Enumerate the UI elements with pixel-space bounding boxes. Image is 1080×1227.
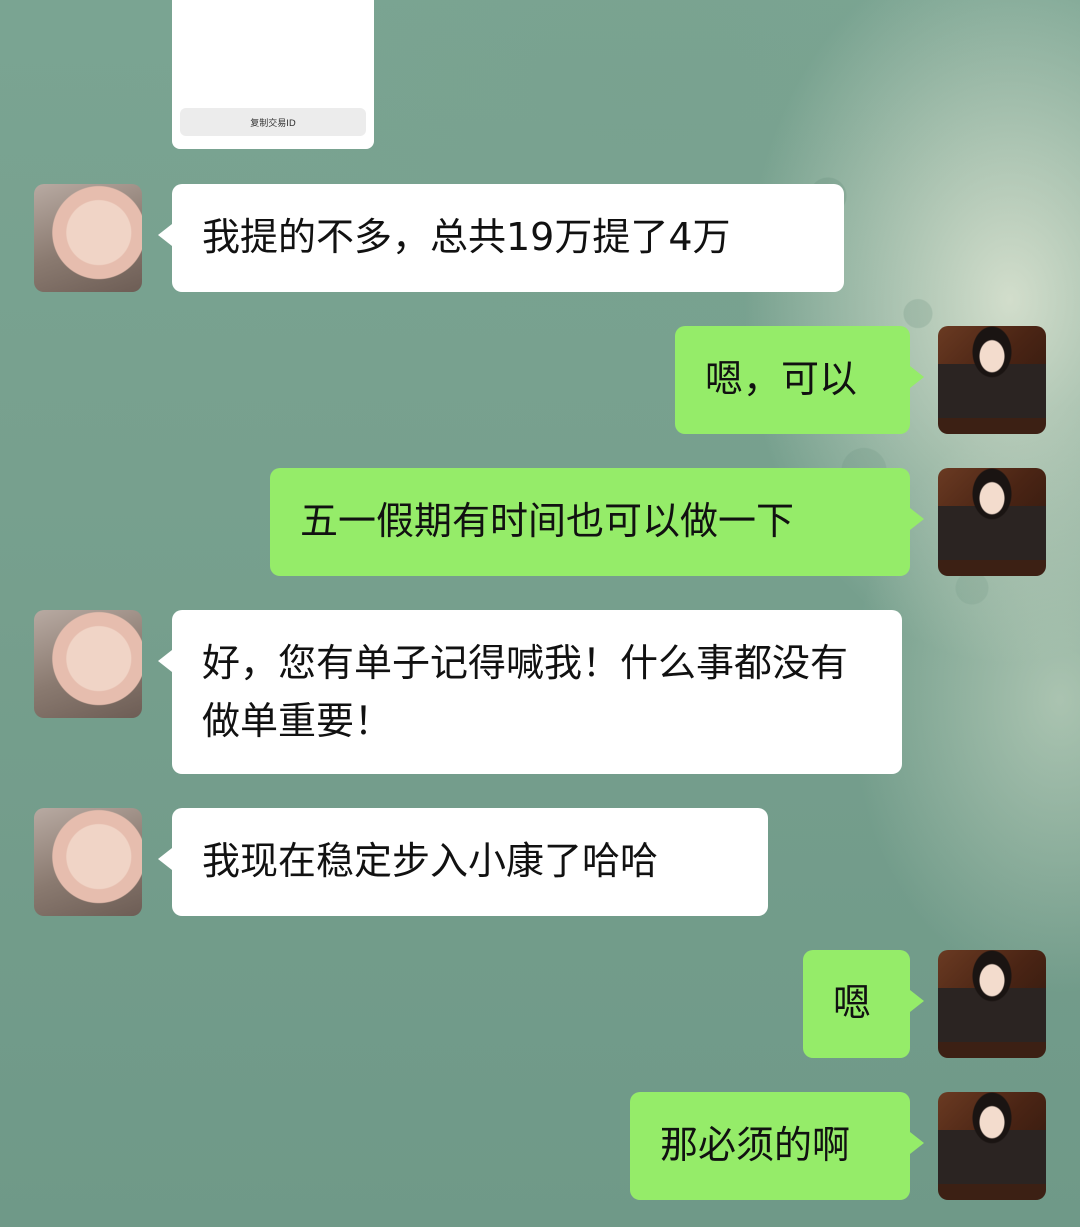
message-text: 嗯，可以: [705, 357, 858, 401]
woman-avatar[interactable]: [938, 468, 1046, 576]
received-message-bubble[interactable]: 好，您有单子记得喊我！什么事都没有做单重要！: [158, 610, 902, 774]
transaction-card[interactable]: 复制交易ID: [172, 0, 374, 149]
pig-avatar[interactable]: [34, 184, 142, 292]
pig-avatar[interactable]: [34, 610, 142, 718]
woman-avatar[interactable]: [938, 950, 1046, 1058]
message-text: 五一假期有时间也可以做一下: [300, 499, 795, 543]
copy-transaction-id-button[interactable]: 复制交易ID: [180, 108, 366, 136]
woman-avatar[interactable]: [938, 326, 1046, 434]
message-text: 嗯: [833, 981, 872, 1025]
received-message-bubble[interactable]: 我现在稳定步入小康了哈哈: [158, 808, 768, 916]
sent-message-bubble[interactable]: 嗯，可以: [675, 326, 924, 434]
pig-avatar[interactable]: [34, 808, 142, 916]
message-text: 好，您有单子记得喊我！什么事都没有做单重要！: [202, 641, 849, 743]
received-message-bubble[interactable]: 我提的不多，总共19万提了4万: [158, 184, 844, 292]
message-text: 那必须的啊: [660, 1123, 851, 1167]
message-text: 我提的不多，总共19万提了4万: [202, 215, 731, 259]
sent-message-bubble[interactable]: 嗯: [803, 950, 924, 1058]
sent-message-bubble[interactable]: 五一假期有时间也可以做一下: [270, 468, 924, 576]
woman-avatar[interactable]: [938, 1092, 1046, 1200]
sent-message-bubble[interactable]: 那必须的啊: [630, 1092, 924, 1200]
message-text: 我现在稳定步入小康了哈哈: [202, 839, 659, 883]
